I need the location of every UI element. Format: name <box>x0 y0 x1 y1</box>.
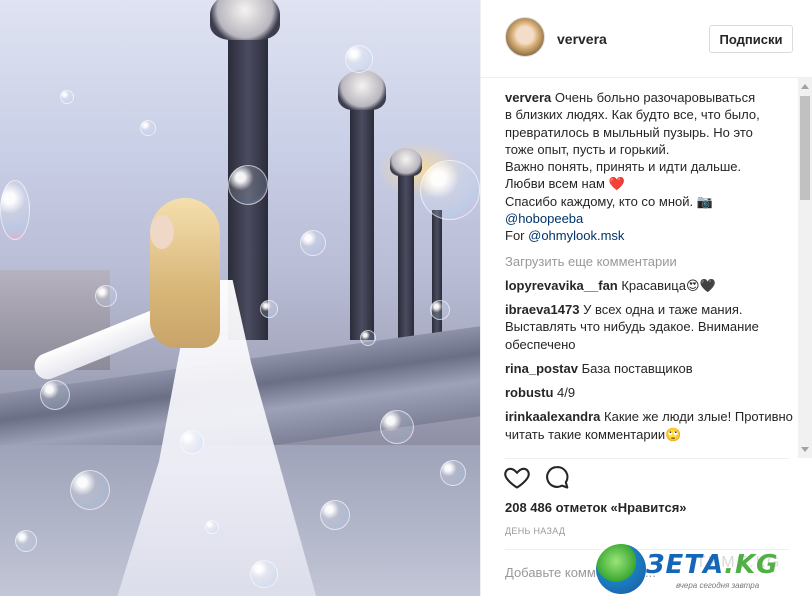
load-more-comments[interactable]: Загрузить еще комментарии <box>505 253 795 270</box>
scroll-thumb[interactable] <box>800 96 810 200</box>
avatar[interactable] <box>505 17 545 57</box>
comment: lopyrevavika__fan Красавица😍🖤 <box>505 277 795 294</box>
caption-line: в близких людях. Как будто все, что было… <box>505 107 760 123</box>
caption-line: Любви всем нам ❤️ <box>505 176 625 192</box>
comment: rina_postav База поставщиков <box>505 360 795 377</box>
follow-button[interactable]: Подписки <box>709 25 793 53</box>
comment-username[interactable]: lopyrevavika__fan <box>505 278 618 293</box>
comment-text: База поставщиков <box>581 360 693 376</box>
caption: ververa Очень больно разочаровываться в … <box>505 89 795 245</box>
watermark-brand: ЗЕТА.KG <box>646 550 779 580</box>
post-username[interactable]: ververa <box>557 31 607 47</box>
comment-username[interactable]: robustu <box>505 385 553 400</box>
comment-text: Красавица😍🖤 <box>621 277 716 293</box>
caption-line: превратилось в мыльный пузырь. Но это <box>505 124 753 140</box>
comments-scrollbar[interactable] <box>798 78 812 458</box>
post-actions <box>503 463 703 493</box>
mention-link[interactable]: @ohmylook.msk <box>528 228 624 243</box>
caption-line: тоже опыт, пусть и горький. <box>505 141 670 157</box>
comments-list[interactable]: ververa Очень больно разочаровываться в … <box>505 89 795 457</box>
post-time[interactable]: день назад <box>505 526 565 536</box>
scroll-down-icon[interactable] <box>801 447 809 452</box>
comment: irinkaalexandra Какие же люди злые! Прот… <box>505 408 795 443</box>
comment-icon[interactable] <box>543 463 571 491</box>
comment-username[interactable]: rina_postav <box>505 361 578 376</box>
comment-username[interactable]: irinkaalexandra <box>505 409 600 424</box>
post-header: ververa Подписки <box>481 0 812 78</box>
scroll-up-icon[interactable] <box>801 84 809 89</box>
comment-username[interactable]: ibraeva1473 <box>505 302 579 317</box>
for-label: For <box>505 228 525 244</box>
divider <box>505 458 789 459</box>
likes-count[interactable]: 208 486 отметок «Нравится» <box>505 500 687 515</box>
caption-line: Очень больно разочаровываться <box>554 90 756 105</box>
comment: robustu 4/9 <box>505 384 795 401</box>
mention-link[interactable]: @hobopeeba <box>505 210 795 227</box>
heart-icon[interactable] <box>503 463 531 491</box>
site-watermark: ТИМЕ.КG ЗЕТА.KG вчера сегодня завтра <box>596 540 812 596</box>
post-panel: ververa Подписки ververa Очень больно ра… <box>480 0 812 596</box>
caption-username[interactable]: ververa <box>505 90 551 105</box>
caption-line: Важно понять, принять и идти дальше. <box>505 159 742 175</box>
watermark-tagline: вчера сегодня завтра <box>676 581 760 590</box>
caption-line: Спасибо каждому, кто со мной. 📷 <box>505 193 713 209</box>
comment: ibraeva1473 У всех одна и таже мания. Вы… <box>505 301 795 353</box>
post-photo[interactable] <box>0 0 480 596</box>
globe-logo-icon <box>596 544 646 594</box>
comment-text: 4/9 <box>557 385 576 401</box>
